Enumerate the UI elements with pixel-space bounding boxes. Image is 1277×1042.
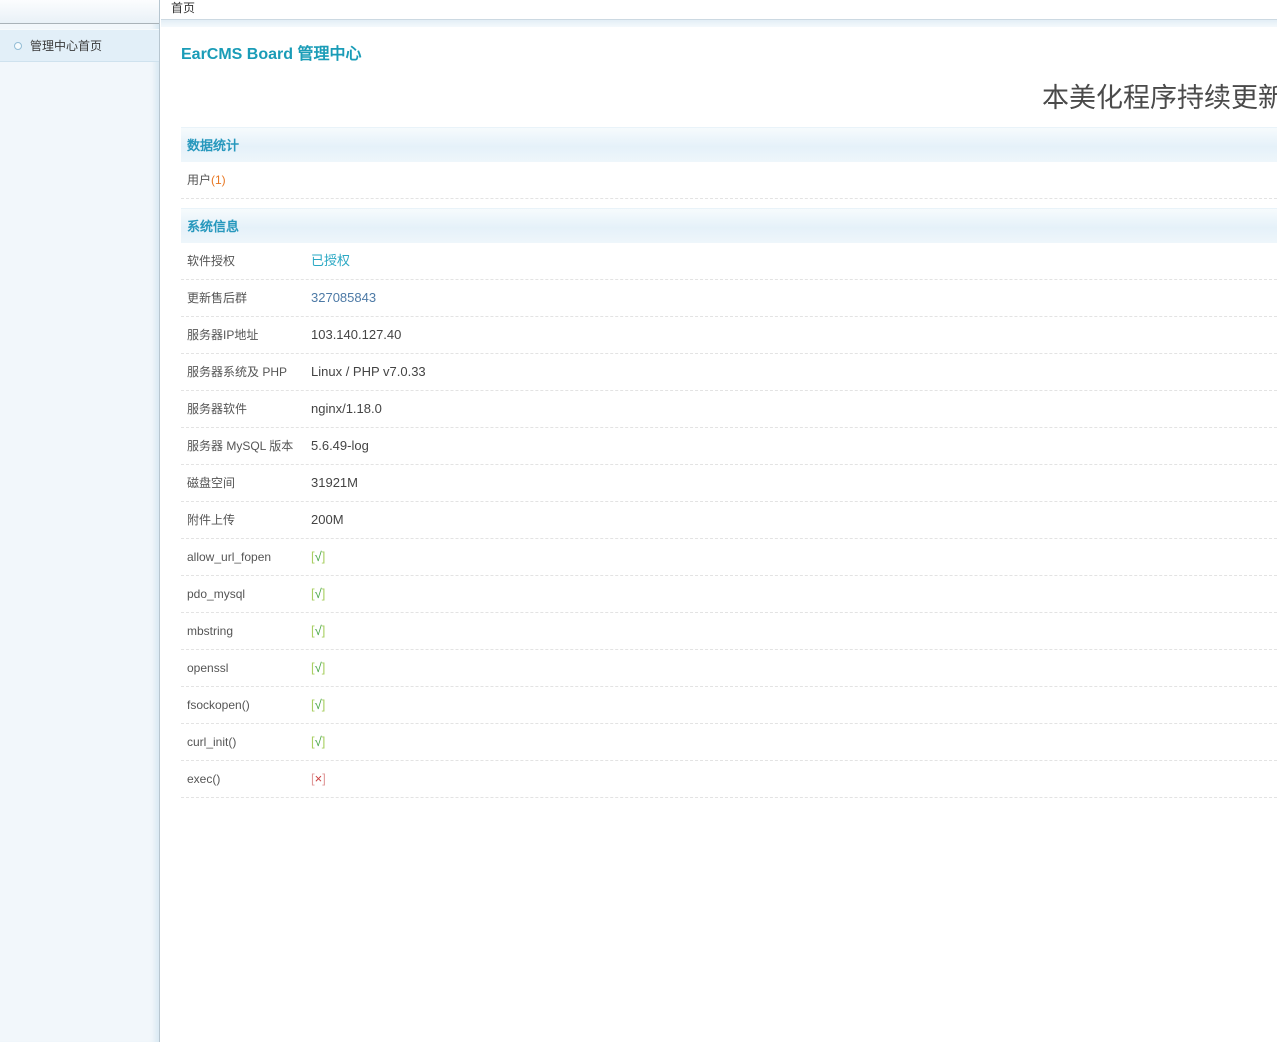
- system-info-table: 软件授权 已授权 更新售后群 327085843 服务器IP地址 103.140…: [181, 243, 1277, 798]
- sidebar: 管理中心首页: [0, 0, 160, 1042]
- table-row: 附件上传 200M: [181, 502, 1277, 539]
- table-row: allow_url_fopen [√]: [181, 539, 1277, 576]
- row-label: exec(): [181, 761, 311, 797]
- check-mark-icon: [√]: [311, 650, 325, 686]
- row-label: openssl: [181, 650, 311, 686]
- main-area: 首页 EarCMS Board 管理中心 本美化程序持续更新 数据统计 用户(1…: [161, 0, 1277, 1042]
- tab-bar: 首页: [161, 0, 1277, 19]
- tab-bar-separator: [161, 19, 1277, 27]
- license-status-link[interactable]: 已授权: [311, 253, 350, 268]
- bullet-circle-icon: [14, 42, 22, 50]
- row-value: 103.140.127.40: [311, 317, 401, 353]
- bracket-right: ]: [322, 586, 326, 601]
- sidebar-header: [0, 0, 159, 24]
- section-header-sysinfo: 系统信息: [181, 208, 1277, 243]
- row-label: 软件授权: [181, 243, 311, 279]
- table-row: fsockopen() [√]: [181, 687, 1277, 724]
- qq-group-link[interactable]: 327085843: [311, 290, 376, 305]
- row-label: 更新售后群: [181, 280, 311, 316]
- row-value: 5.6.49-log: [311, 428, 369, 464]
- check-glyph: √: [315, 660, 322, 675]
- row-label: 服务器IP地址: [181, 317, 311, 353]
- table-row: mbstring [√]: [181, 613, 1277, 650]
- table-row: 服务器系统及 PHP Linux / PHP v7.0.33: [181, 354, 1277, 391]
- stats-user-label: 用户(1): [181, 162, 226, 198]
- sidebar-item-label: 管理中心首页: [30, 30, 102, 62]
- row-label: curl_init(): [181, 724, 311, 760]
- row-value: 已授权: [311, 243, 350, 279]
- stats-row: 用户(1): [181, 162, 1277, 199]
- table-row: curl_init() [√]: [181, 724, 1277, 761]
- admin-page: 管理中心首页 首页 EarCMS Board 管理中心 本美化程序持续更新 数据…: [0, 0, 1277, 1042]
- check-glyph: √: [315, 586, 322, 601]
- table-row: 磁盘空间 31921M: [181, 465, 1277, 502]
- row-label: allow_url_fopen: [181, 539, 311, 575]
- table-row: 更新售后群 327085843: [181, 280, 1277, 317]
- marquee-text: 本美化程序持续更新: [1042, 76, 1277, 115]
- check-mark-icon: [√]: [311, 576, 325, 612]
- check-mark-icon: [√]: [311, 613, 325, 649]
- check-mark-icon: [√]: [311, 724, 325, 760]
- table-row: pdo_mysql [√]: [181, 576, 1277, 613]
- row-label: 服务器系统及 PHP: [181, 354, 311, 390]
- row-value: nginx/1.18.0: [311, 391, 382, 427]
- check-glyph: √: [315, 697, 322, 712]
- stats-user-text: 用户: [187, 173, 211, 187]
- announcement-marquee: 本美化程序持续更新: [181, 74, 1277, 118]
- cross-mark-icon: [×]: [311, 761, 326, 797]
- table-row: 软件授权 已授权: [181, 243, 1277, 280]
- row-label: 附件上传: [181, 502, 311, 538]
- row-label: pdo_mysql: [181, 576, 311, 612]
- row-label: fsockopen(): [181, 687, 311, 723]
- check-glyph: √: [315, 549, 322, 564]
- check-glyph: √: [315, 623, 322, 638]
- table-row: exec() [×]: [181, 761, 1277, 798]
- section-header-stats: 数据统计: [181, 127, 1277, 162]
- bracket-right: ]: [322, 697, 326, 712]
- page-title[interactable]: EarCMS Board 管理中心: [181, 40, 1277, 64]
- check-mark-icon: [√]: [311, 687, 325, 723]
- table-row: openssl [√]: [181, 650, 1277, 687]
- row-value: 200M: [311, 502, 344, 538]
- row-value: 327085843: [311, 280, 376, 316]
- row-label: mbstring: [181, 613, 311, 649]
- row-value: Linux / PHP v7.0.33: [311, 354, 426, 390]
- row-label: 磁盘空间: [181, 465, 311, 501]
- table-row: 服务器软件 nginx/1.18.0: [181, 391, 1277, 428]
- bracket-right: ]: [322, 660, 326, 675]
- table-row: 服务器 MySQL 版本 5.6.49-log: [181, 428, 1277, 465]
- row-label: 服务器 MySQL 版本: [181, 428, 311, 464]
- table-row: 服务器IP地址 103.140.127.40: [181, 317, 1277, 354]
- content: EarCMS Board 管理中心 本美化程序持续更新 数据统计 用户(1) 系…: [161, 40, 1277, 798]
- row-value: 31921M: [311, 465, 358, 501]
- bracket-right: ]: [322, 623, 326, 638]
- bracket-right: ]: [322, 771, 326, 786]
- tab-home[interactable]: 首页: [161, 0, 195, 16]
- stats-user-count[interactable]: (1): [211, 173, 226, 187]
- row-label: 服务器软件: [181, 391, 311, 427]
- check-glyph: √: [315, 734, 322, 749]
- check-mark-icon: [√]: [311, 539, 325, 575]
- bracket-right: ]: [322, 734, 326, 749]
- bracket-right: ]: [322, 549, 326, 564]
- sidebar-item-admin-home[interactable]: 管理中心首页: [0, 29, 159, 62]
